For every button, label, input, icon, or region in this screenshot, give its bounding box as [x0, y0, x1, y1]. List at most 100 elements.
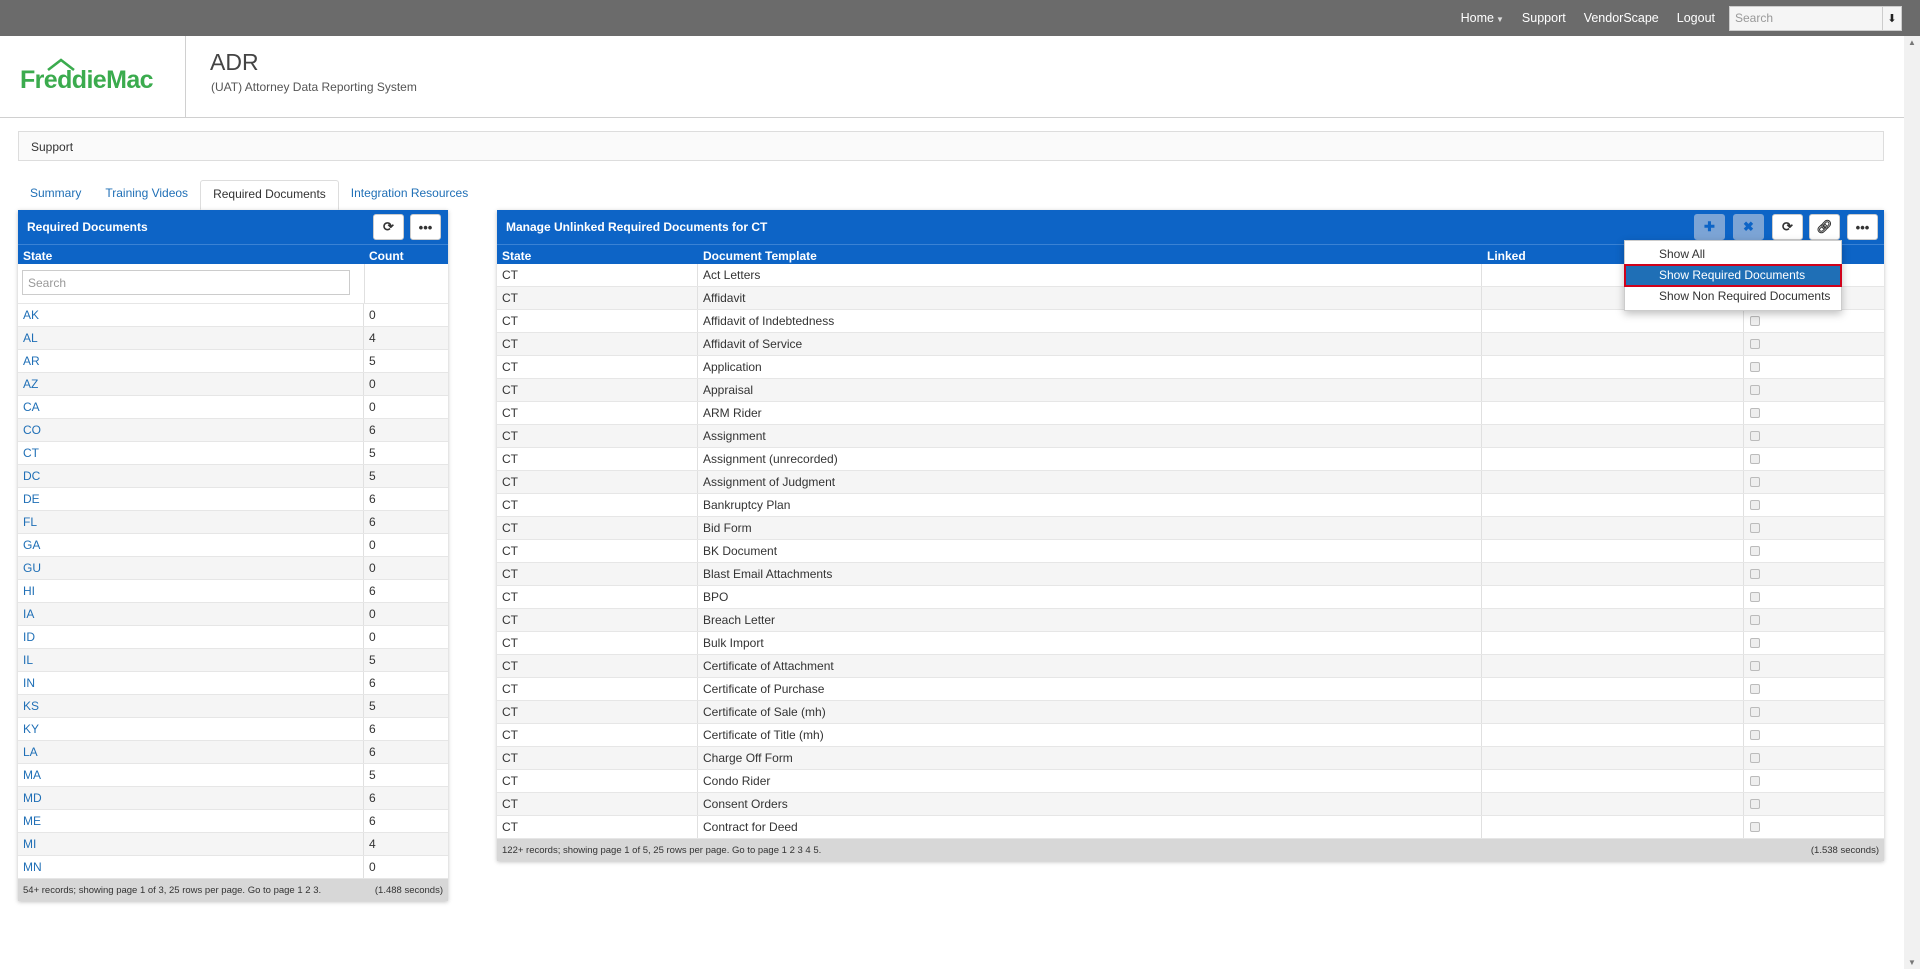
- table-row[interactable]: CT Certificate of Attachment: [497, 655, 1884, 678]
- table-row[interactable]: MA 5: [18, 764, 448, 787]
- table-row[interactable]: CT Condo Rider: [497, 770, 1884, 793]
- table-row[interactable]: AZ 0: [18, 373, 448, 396]
- scroll-down-icon[interactable]: ▼: [1908, 958, 1916, 967]
- table-row[interactable]: GA 0: [18, 534, 448, 557]
- state-link[interactable]: IA: [23, 607, 34, 621]
- row-checkbox[interactable]: [1750, 316, 1760, 326]
- tab-summary[interactable]: Summary: [18, 180, 93, 210]
- col-header-state[interactable]: State: [497, 245, 698, 264]
- table-row[interactable]: AK 0: [18, 304, 448, 327]
- table-row[interactable]: CT Certificate of Sale (mh): [497, 701, 1884, 724]
- table-row[interactable]: CT Bankruptcy Plan: [497, 494, 1884, 517]
- pagination-text[interactable]: 54+ records; showing page 1 of 3, 25 row…: [23, 885, 321, 896]
- state-link[interactable]: CO: [23, 423, 41, 437]
- row-checkbox[interactable]: [1750, 569, 1760, 579]
- remove-button[interactable]: ✖: [1733, 214, 1764, 240]
- table-row[interactable]: CT Bid Form: [497, 517, 1884, 540]
- more-options-button[interactable]: •••: [1847, 214, 1878, 240]
- table-row[interactable]: CT Assignment (unrecorded): [497, 448, 1884, 471]
- row-checkbox[interactable]: [1750, 385, 1760, 395]
- table-row[interactable]: CT Consent Orders: [497, 793, 1884, 816]
- nav-vendorscape[interactable]: VendorScape: [1584, 11, 1659, 25]
- table-row[interactable]: AR 5: [18, 350, 448, 373]
- state-link[interactable]: GU: [23, 561, 41, 575]
- table-row[interactable]: CT BK Document: [497, 540, 1884, 563]
- row-checkbox[interactable]: [1750, 684, 1760, 694]
- row-checkbox[interactable]: [1750, 408, 1760, 418]
- state-link[interactable]: CT: [23, 446, 39, 460]
- tab-training-videos[interactable]: Training Videos: [93, 180, 200, 210]
- state-link[interactable]: DC: [23, 469, 40, 483]
- top-search-input[interactable]: [1729, 5, 1883, 31]
- refresh-button[interactable]: ⟳: [373, 214, 404, 240]
- table-row[interactable]: DC 5: [18, 465, 448, 488]
- table-row[interactable]: KS 5: [18, 695, 448, 718]
- col-header-state[interactable]: State: [18, 245, 364, 264]
- row-checkbox[interactable]: [1750, 546, 1760, 556]
- table-row[interactable]: MI 4: [18, 833, 448, 856]
- freddie-mac-logo[interactable]: FreddieMac: [20, 58, 155, 98]
- table-row[interactable]: CT Affidavit of Service: [497, 333, 1884, 356]
- vertical-scrollbar[interactable]: ▲ ▼: [1904, 36, 1920, 969]
- table-row[interactable]: ID 0: [18, 626, 448, 649]
- tab-required-documents[interactable]: Required Documents: [200, 180, 339, 210]
- table-row[interactable]: CT Affidavit of Indebtedness: [497, 310, 1884, 333]
- state-link[interactable]: IL: [23, 653, 33, 667]
- table-row[interactable]: AL 4: [18, 327, 448, 350]
- download-icon[interactable]: ⬇: [1883, 5, 1902, 31]
- col-header-document-template[interactable]: Document Template: [698, 245, 1482, 264]
- table-row[interactable]: CT Certificate of Title (mh): [497, 724, 1884, 747]
- state-link[interactable]: ME: [23, 814, 41, 828]
- state-link[interactable]: GA: [23, 538, 40, 552]
- table-row[interactable]: MD 6: [18, 787, 448, 810]
- more-options-button[interactable]: •••: [410, 214, 441, 240]
- link-button[interactable]: 🔗︎: [1809, 214, 1840, 240]
- table-row[interactable]: KY 6: [18, 718, 448, 741]
- row-checkbox[interactable]: [1750, 477, 1760, 487]
- refresh-button[interactable]: ⟳: [1772, 214, 1803, 240]
- state-link[interactable]: MA: [23, 768, 41, 782]
- row-checkbox[interactable]: [1750, 362, 1760, 372]
- table-row[interactable]: CT Charge Off Form: [497, 747, 1884, 770]
- table-row[interactable]: IA 0: [18, 603, 448, 626]
- menu-item-show-non-required-documents[interactable]: Show Non Required Documents: [1625, 286, 1841, 307]
- row-checkbox[interactable]: [1750, 638, 1760, 648]
- table-row[interactable]: DE 6: [18, 488, 448, 511]
- state-link[interactable]: AL: [23, 331, 38, 345]
- nav-support[interactable]: Support: [1522, 11, 1566, 25]
- tab-integration-resources[interactable]: Integration Resources: [339, 180, 480, 210]
- state-link[interactable]: AR: [23, 354, 40, 368]
- state-link[interactable]: LA: [23, 745, 38, 759]
- state-link[interactable]: DE: [23, 492, 40, 506]
- menu-item-show-required-documents[interactable]: Show Required Documents: [1624, 264, 1842, 287]
- table-row[interactable]: CT 5: [18, 442, 448, 465]
- table-row[interactable]: CT Blast Email Attachments: [497, 563, 1884, 586]
- table-row[interactable]: GU 0: [18, 557, 448, 580]
- row-checkbox[interactable]: [1750, 454, 1760, 464]
- scroll-up-icon[interactable]: ▲: [1908, 38, 1916, 47]
- state-link[interactable]: HI: [23, 584, 35, 598]
- table-row[interactable]: IN 6: [18, 672, 448, 695]
- table-row[interactable]: CT Assignment of Judgment: [497, 471, 1884, 494]
- row-checkbox[interactable]: [1750, 753, 1760, 763]
- nav-logout[interactable]: Logout: [1677, 11, 1715, 25]
- table-row[interactable]: CT Certificate of Purchase: [497, 678, 1884, 701]
- table-row[interactable]: FL 6: [18, 511, 448, 534]
- table-row[interactable]: MN 0: [18, 856, 448, 879]
- row-checkbox[interactable]: [1750, 339, 1760, 349]
- state-link[interactable]: MD: [23, 791, 42, 805]
- state-link[interactable]: MN: [23, 860, 42, 874]
- row-checkbox[interactable]: [1750, 592, 1760, 602]
- row-checkbox[interactable]: [1750, 822, 1760, 832]
- row-checkbox[interactable]: [1750, 730, 1760, 740]
- table-row[interactable]: CT Application: [497, 356, 1884, 379]
- state-link[interactable]: FL: [23, 515, 37, 529]
- table-row[interactable]: IL 5: [18, 649, 448, 672]
- state-link[interactable]: ID: [23, 630, 35, 644]
- state-link[interactable]: AZ: [23, 377, 38, 391]
- pagination-text[interactable]: 122+ records; showing page 1 of 5, 25 ro…: [502, 845, 821, 856]
- state-link[interactable]: IN: [23, 676, 35, 690]
- state-link[interactable]: AK: [23, 308, 39, 322]
- table-row[interactable]: ME 6: [18, 810, 448, 833]
- row-checkbox[interactable]: [1750, 523, 1760, 533]
